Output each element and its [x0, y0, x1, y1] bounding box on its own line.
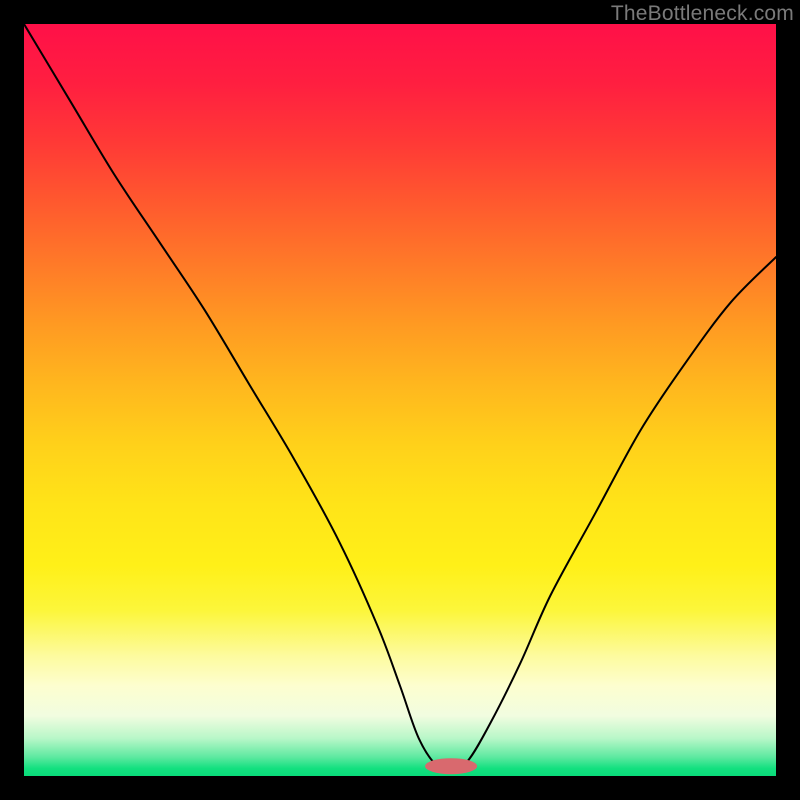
bottleneck-curve: [24, 24, 776, 769]
chart-frame: TheBottleneck.com: [0, 0, 800, 800]
optimal-marker: [425, 758, 477, 774]
plot-area: [24, 24, 776, 776]
curve-layer: [24, 24, 776, 776]
watermark-label: TheBottleneck.com: [611, 2, 794, 26]
